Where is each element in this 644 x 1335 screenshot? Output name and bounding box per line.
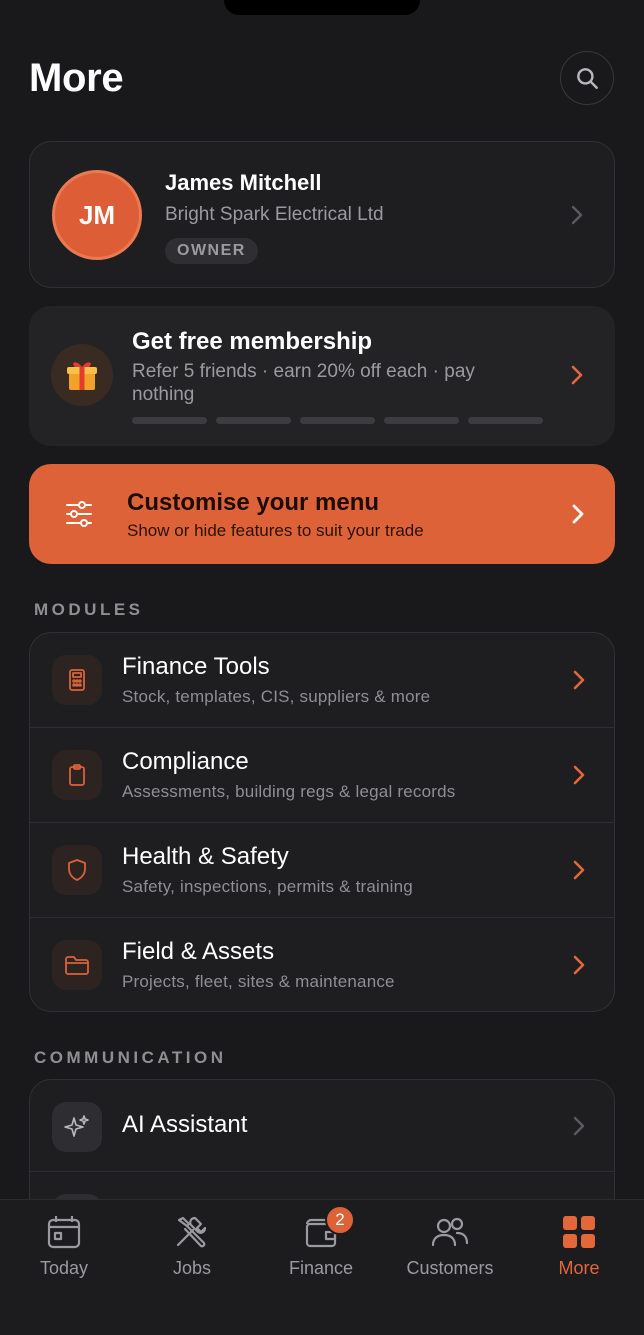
tab-more[interactable]: More [519, 1214, 639, 1279]
role-badge: OWNER [165, 238, 258, 264]
chevron-right-icon [571, 205, 583, 225]
device-notch [224, 0, 420, 15]
search-button[interactable] [560, 51, 614, 105]
chevron-right-icon [573, 1116, 585, 1136]
module-subtitle: Projects, fleet, sites & maintenance [122, 972, 395, 991]
tab-label: Finance [288, 1258, 354, 1278]
progress-segment [216, 417, 291, 424]
shield-icon [52, 845, 102, 895]
tab-jobs[interactable]: Jobs [132, 1214, 252, 1279]
module-subtitle: Assessments, building regs & legal recor… [122, 782, 456, 801]
module-item-health-safety[interactable]: Health & Safety Safety, inspections, per… [30, 823, 614, 918]
module-item-finance-tools[interactable]: Finance Tools Stock, templates, CIS, sup… [30, 633, 614, 728]
promo-description: Refer 5 friends · earn 20% off each · pa… [132, 361, 475, 405]
module-subtitle: Safety, inspections, permits & training [122, 877, 413, 896]
grid-icon [563, 1216, 595, 1248]
free-membership-card[interactable]: Get free membership Refer 5 friends · ea… [29, 306, 615, 446]
sliders-icon [66, 501, 92, 527]
section-label-modules: MODULES [34, 600, 144, 619]
promo-title: Get free membership [132, 328, 373, 355]
people-icon [431, 1217, 469, 1247]
module-title: Field & Assets [122, 938, 275, 965]
search-icon [577, 68, 598, 89]
chevron-right-icon [573, 670, 585, 690]
module-title: Compliance [122, 748, 249, 775]
tab-finance[interactable]: 2 Finance [261, 1205, 381, 1279]
finance-badge: 2 [325, 1205, 355, 1235]
customise-menu-button[interactable]: Customise your menu Show or hide feature… [29, 464, 615, 564]
modules-list: Finance Tools Stock, templates, CIS, sup… [29, 632, 615, 1012]
calculator-icon [52, 655, 102, 705]
progress-segment [384, 417, 459, 424]
customise-title: Customise your menu [127, 489, 380, 516]
module-item-field-assets[interactable]: Field & Assets Projects, fleet, sites & … [30, 918, 614, 1011]
chevron-right-icon [573, 955, 585, 975]
communication-title: AI Assistant [122, 1111, 248, 1138]
tab-label: More [558, 1258, 600, 1278]
customise-description: Show or hide features to suit your trade [127, 521, 424, 540]
module-title: Finance Tools [122, 653, 270, 680]
tab-bar: Today Jobs 2 Finance Customers More [0, 1199, 644, 1335]
calendar-icon [47, 1216, 81, 1249]
tools-icon [176, 1216, 207, 1248]
communication-item-ai-assistant[interactable]: AI Assistant [30, 1080, 614, 1172]
progress-segment [132, 417, 207, 424]
chevron-right-icon [572, 504, 584, 524]
section-label-communication: COMMUNICATION [34, 1048, 227, 1067]
progress-segment [300, 417, 375, 424]
tab-label: Customers [406, 1258, 494, 1278]
tab-today[interactable]: Today [4, 1214, 124, 1279]
page-title: More [29, 56, 124, 100]
chevron-right-icon [573, 765, 585, 785]
sparkles-icon [52, 1102, 102, 1152]
tab-label: Jobs [172, 1258, 212, 1278]
gift-icon [51, 344, 113, 406]
module-title: Health & Safety [122, 843, 289, 870]
progress-segment [468, 417, 543, 424]
folder-icon [52, 940, 102, 990]
chevron-right-icon [571, 365, 583, 385]
avatar: JM [52, 170, 142, 260]
referral-progress [132, 417, 543, 424]
module-item-compliance[interactable]: Compliance Assessments, building regs & … [30, 728, 614, 823]
tab-label: Today [39, 1258, 89, 1278]
chevron-right-icon [573, 860, 585, 880]
profile-company: Bright Spark Electrical Ltd [165, 204, 384, 225]
module-subtitle: Stock, templates, CIS, suppliers & more [122, 687, 431, 706]
clipboard-icon [52, 750, 102, 800]
profile-name: James Mitchell [165, 170, 322, 195]
tab-customers[interactable]: Customers [390, 1214, 510, 1279]
profile-card[interactable]: JM James Mitchell Bright Spark Electrica… [29, 141, 615, 288]
